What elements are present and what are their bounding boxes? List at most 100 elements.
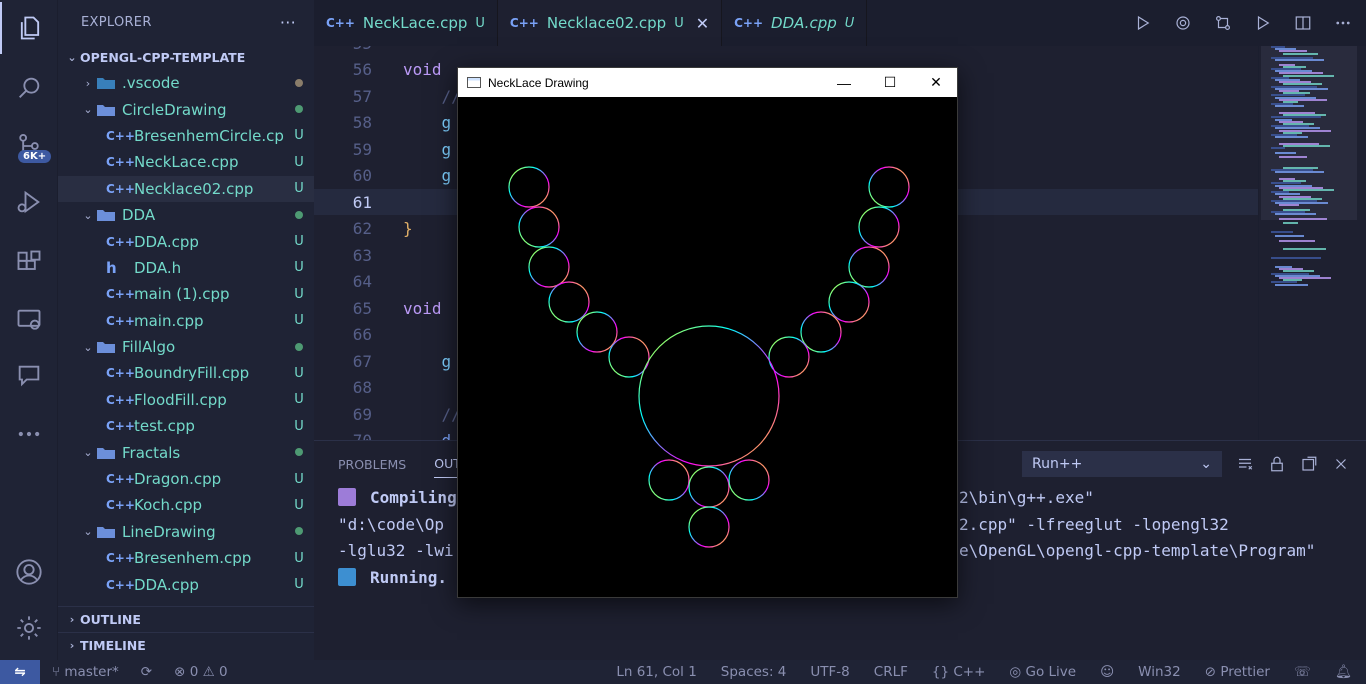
editor-actions	[1134, 0, 1352, 46]
timeline-section[interactable]: › TIMELINE	[58, 632, 314, 658]
output-channel-select[interactable]: Run++ ⌄	[1022, 451, 1222, 477]
window-title: NeckLace Drawing	[488, 75, 589, 90]
editor-tab[interactable]: C++ NeckLace.cpp U	[314, 0, 498, 46]
folder-item[interactable]: ⌄ FillAlgo	[58, 334, 314, 360]
comments-icon[interactable]	[0, 350, 58, 402]
cpp-file-icon: C++	[106, 472, 135, 487]
go-live-button[interactable]: ◎ Go Live	[1009, 664, 1076, 680]
untracked-badge: U	[844, 15, 855, 31]
problems-indicator[interactable]: ⊗ 0 ⚠ 0	[174, 664, 227, 680]
minimap-line	[1271, 147, 1285, 150]
file-item[interactable]: C++ NeckLace.cpp U	[58, 149, 314, 175]
search-activity-icon[interactable]	[0, 62, 58, 114]
file-item[interactable]: C++ FloodFill.cpp U	[58, 387, 314, 413]
remote-indicator[interactable]: ⇋	[0, 660, 40, 684]
language-mode[interactable]: {} C++	[932, 664, 986, 680]
copilot-icon[interactable]: ☺	[1100, 664, 1114, 680]
file-item[interactable]: C++ Dragon.cpp U	[58, 466, 314, 492]
file-item[interactable]: C++ Necklace02.cpp U	[58, 175, 314, 202]
more-activity-icon[interactable]	[0, 408, 58, 460]
file-item[interactable]: C++ DDA.cpp U	[58, 571, 314, 597]
project-section-header[interactable]: ⌄ OPENGL-CPP-TEMPLATE	[58, 44, 314, 70]
remote-explorer-icon[interactable]	[0, 294, 58, 346]
drop-circle	[688, 466, 730, 508]
lock-icon[interactable]	[1268, 455, 1286, 473]
line-number: 69	[352, 404, 372, 424]
chevron-right-icon: ›	[85, 76, 91, 90]
chevron-down-icon: ⌄	[67, 50, 77, 64]
tab-label: DDA.cpp	[771, 14, 837, 32]
accounts-icon[interactable]	[0, 546, 58, 598]
close-panel-icon[interactable]	[1332, 455, 1350, 473]
file-item[interactable]: h DDA.h U	[58, 255, 314, 281]
file-item[interactable]: C++ main.cpp U	[58, 308, 314, 334]
file-item[interactable]: C++ main (1).cpp U	[58, 281, 314, 307]
source-control-icon[interactable]: 6K+	[0, 120, 58, 172]
folder-item[interactable]: ⌄ Fractals	[58, 439, 314, 465]
explorer-more-button[interactable]: ···	[280, 13, 296, 32]
bead-circle	[828, 281, 870, 323]
maximize-button[interactable]: ☐	[867, 68, 913, 97]
close-window-button[interactable]: ✕	[913, 68, 959, 97]
cpp-file-icon: C++	[509, 16, 539, 30]
file-label: CircleDrawing	[122, 100, 227, 119]
compare-changes-icon[interactable]	[1214, 14, 1232, 32]
folder-item[interactable]: ⌄ LineDrawing	[58, 519, 314, 545]
clear-output-icon[interactable]	[1236, 455, 1254, 473]
indentation[interactable]: Spaces: 4	[721, 664, 787, 680]
panel-tab[interactable]: PROBLEMS	[338, 457, 406, 472]
chevron-down-icon: ⌄	[83, 446, 93, 460]
file-label: Necklace02.cpp	[134, 179, 254, 198]
split-editor-icon[interactable]	[1294, 14, 1312, 32]
settings-gear-icon[interactable]	[0, 602, 58, 654]
file-item[interactable]: C++ BoundryFill.cpp U	[58, 360, 314, 386]
editor-tab[interactable]: C++ DDA.cpp U	[722, 0, 868, 46]
minimize-button[interactable]: —	[821, 68, 867, 97]
outline-section[interactable]: › OUTLINE	[58, 606, 314, 632]
file-item[interactable]: C++ Koch.cpp U	[58, 492, 314, 518]
window-titlebar[interactable]: NeckLace Drawing — ☐ ✕	[458, 68, 957, 97]
file-label: Fractals	[122, 443, 181, 462]
settings-icon[interactable]	[1174, 14, 1192, 32]
cpp-file-icon: C++	[106, 498, 135, 513]
run-debug-icon[interactable]	[0, 176, 58, 228]
folder-item[interactable]: › .vscode	[58, 70, 314, 96]
feedback-icon[interactable]: ☏	[1294, 664, 1311, 680]
folder-item[interactable]: ⌄ DDA	[58, 202, 314, 228]
file-item[interactable]: C++ BresenhemCircle.cpp U	[58, 123, 314, 149]
cursor-position[interactable]: Ln 61, Col 1	[616, 664, 696, 680]
untracked-badge: U	[294, 286, 304, 302]
bead-circle	[848, 246, 890, 288]
untracked-badge: U	[294, 471, 304, 487]
file-item[interactable]: C++ test.cpp U	[58, 413, 314, 439]
editor-tab[interactable]: C++ Necklace02.cpp U ✕	[497, 0, 723, 46]
platform[interactable]: Win32	[1138, 664, 1181, 680]
explorer-sidebar: EXPLORER ··· ⌄ OPENGL-CPP-TEMPLATE › .vsc…	[58, 0, 314, 660]
branch-name: master*	[64, 664, 119, 680]
explorer-activity-icon[interactable]	[0, 2, 58, 54]
notifications-bell-icon[interactable]: 🔔︎	[1335, 664, 1352, 680]
prettier-status[interactable]: ⊘ Prettier	[1205, 664, 1270, 680]
minimap-line	[1275, 171, 1324, 174]
cpp-file-icon: C++	[326, 16, 355, 30]
extensions-icon[interactable]	[0, 236, 58, 288]
chevron-right-icon: ›	[69, 639, 75, 652]
encoding[interactable]: UTF-8	[810, 664, 849, 680]
more-actions-icon[interactable]	[1334, 14, 1352, 32]
minimap-line	[1279, 204, 1299, 207]
sync-icon[interactable]: ⟳	[141, 664, 152, 680]
bead-circle	[528, 246, 570, 288]
close-tab-icon[interactable]: ✕	[696, 14, 709, 33]
file-label: DDA.h	[134, 258, 182, 277]
minimap-line	[1271, 230, 1293, 233]
branch-indicator[interactable]: ⑂ master*	[52, 664, 119, 680]
line-ending[interactable]: CRLF	[874, 664, 908, 680]
open-in-editor-icon[interactable]	[1300, 455, 1318, 473]
file-item[interactable]: C++ DDA.cpp U	[58, 228, 314, 254]
go-live-label: Go Live	[1025, 664, 1077, 680]
run-file-icon[interactable]	[1254, 14, 1272, 32]
folder-item[interactable]: ⌄ CircleDrawing	[58, 96, 314, 122]
minimap[interactable]	[1258, 46, 1366, 440]
file-item[interactable]: C++ Bresenhem.cpp U	[58, 545, 314, 571]
run-code-icon[interactable]	[1134, 14, 1152, 32]
